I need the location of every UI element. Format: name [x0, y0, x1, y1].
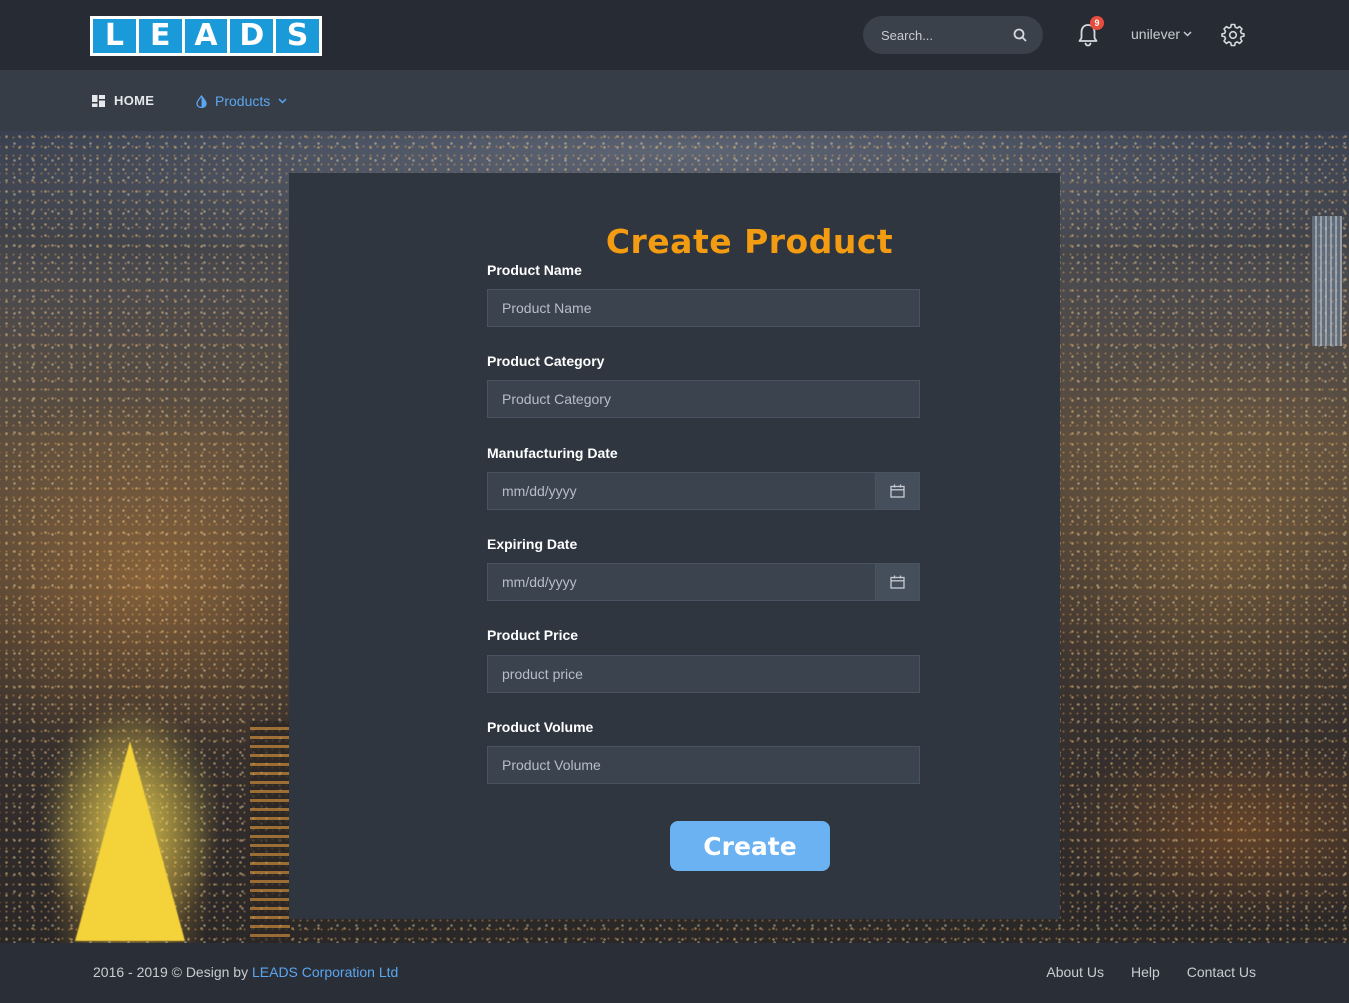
lit-tower-spire: [75, 741, 185, 941]
manufacturing-date-label: Manufacturing Date: [487, 445, 618, 461]
skyscraper: [250, 721, 290, 943]
footer-link-about-us[interactable]: About Us: [1046, 964, 1104, 980]
calendar-icon: [890, 484, 905, 498]
chevron-down-icon: [278, 98, 287, 104]
logo-letter: E: [138, 19, 182, 53]
product-volume-input[interactable]: [487, 746, 920, 784]
search-box: [863, 16, 1043, 54]
nav-item-home[interactable]: HOME: [92, 93, 154, 108]
leads-logo[interactable]: L E A D S: [90, 16, 322, 56]
page-title: Create Product: [605, 222, 894, 261]
footer: 2016 - 2019 © Design by LEADS Corporatio…: [0, 943, 1349, 1003]
product-category-input[interactable]: [487, 380, 920, 418]
user-menu[interactable]: unilever: [1131, 26, 1192, 42]
gear-icon[interactable]: [1221, 23, 1245, 47]
contrast-drop-icon: [196, 94, 207, 108]
product-price-label: Product Price: [487, 627, 579, 643]
search-icon[interactable]: [1012, 27, 1028, 43]
create-button[interactable]: Create: [670, 821, 830, 871]
main-nav: HOME Products: [0, 70, 1349, 131]
footer-link-contact-us[interactable]: Contact Us: [1187, 964, 1256, 980]
chevron-down-icon: [1183, 31, 1192, 37]
expiring-date-label: Expiring Date: [487, 536, 578, 552]
logo-letter: L: [93, 19, 136, 53]
product-price-input[interactable]: [487, 655, 920, 693]
product-name-label: Product Name: [487, 262, 582, 278]
product-category-label: Product Category: [487, 353, 605, 369]
skyscraper: [1312, 216, 1342, 346]
create-product-card: Create Product Product Name Product Cate…: [289, 173, 1060, 919]
logo-letter: S: [276, 19, 319, 53]
copyright-text: 2016 - 2019 © Design by LEADS Corporatio…: [93, 964, 398, 980]
company-link[interactable]: LEADS Corporation Ltd: [252, 964, 398, 980]
calendar-icon: [890, 575, 905, 589]
nav-home-label: HOME: [114, 93, 155, 108]
logo-letter: D: [230, 19, 274, 53]
manufacturing-date-picker-button[interactable]: [875, 472, 920, 510]
nav-products-label: Products: [215, 93, 271, 109]
notification-badge: 9: [1090, 16, 1104, 30]
dashboard-icon: [92, 94, 105, 107]
footer-links: About Us Help Contact Us: [1046, 964, 1256, 980]
footer-link-help[interactable]: Help: [1131, 964, 1160, 980]
search-input[interactable]: [881, 26, 1006, 44]
expiring-date-input[interactable]: [487, 563, 920, 601]
copyright-prefix: 2016 - 2019 © Design by: [93, 964, 252, 980]
nav-item-products[interactable]: Products: [196, 93, 287, 109]
top-bar: L E A D S 9 unilever: [0, 0, 1349, 70]
product-volume-label: Product Volume: [487, 719, 594, 735]
logo-letter: A: [184, 19, 228, 53]
username-label: unilever: [1131, 26, 1181, 42]
product-name-input[interactable]: [487, 289, 920, 327]
manufacturing-date-input[interactable]: [487, 472, 920, 510]
expiring-date-picker-button[interactable]: [875, 563, 920, 601]
